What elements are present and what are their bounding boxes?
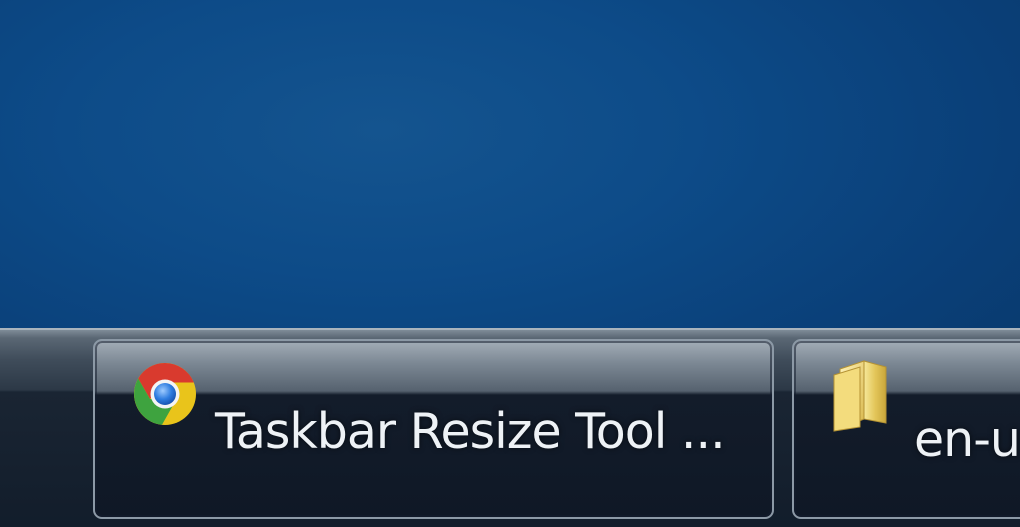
chrome-icon [134,363,196,425]
taskbar-button-chrome[interactable]: Taskbar Resize Tool ... [93,339,774,519]
folder-icon [833,360,887,432]
taskbar-button-label: Taskbar Resize Tool ... [215,403,726,460]
taskbar-button-folder[interactable]: en-u [792,339,1020,519]
taskbar-button-label: en-u [914,411,1020,468]
desktop-background [0,0,1020,335]
